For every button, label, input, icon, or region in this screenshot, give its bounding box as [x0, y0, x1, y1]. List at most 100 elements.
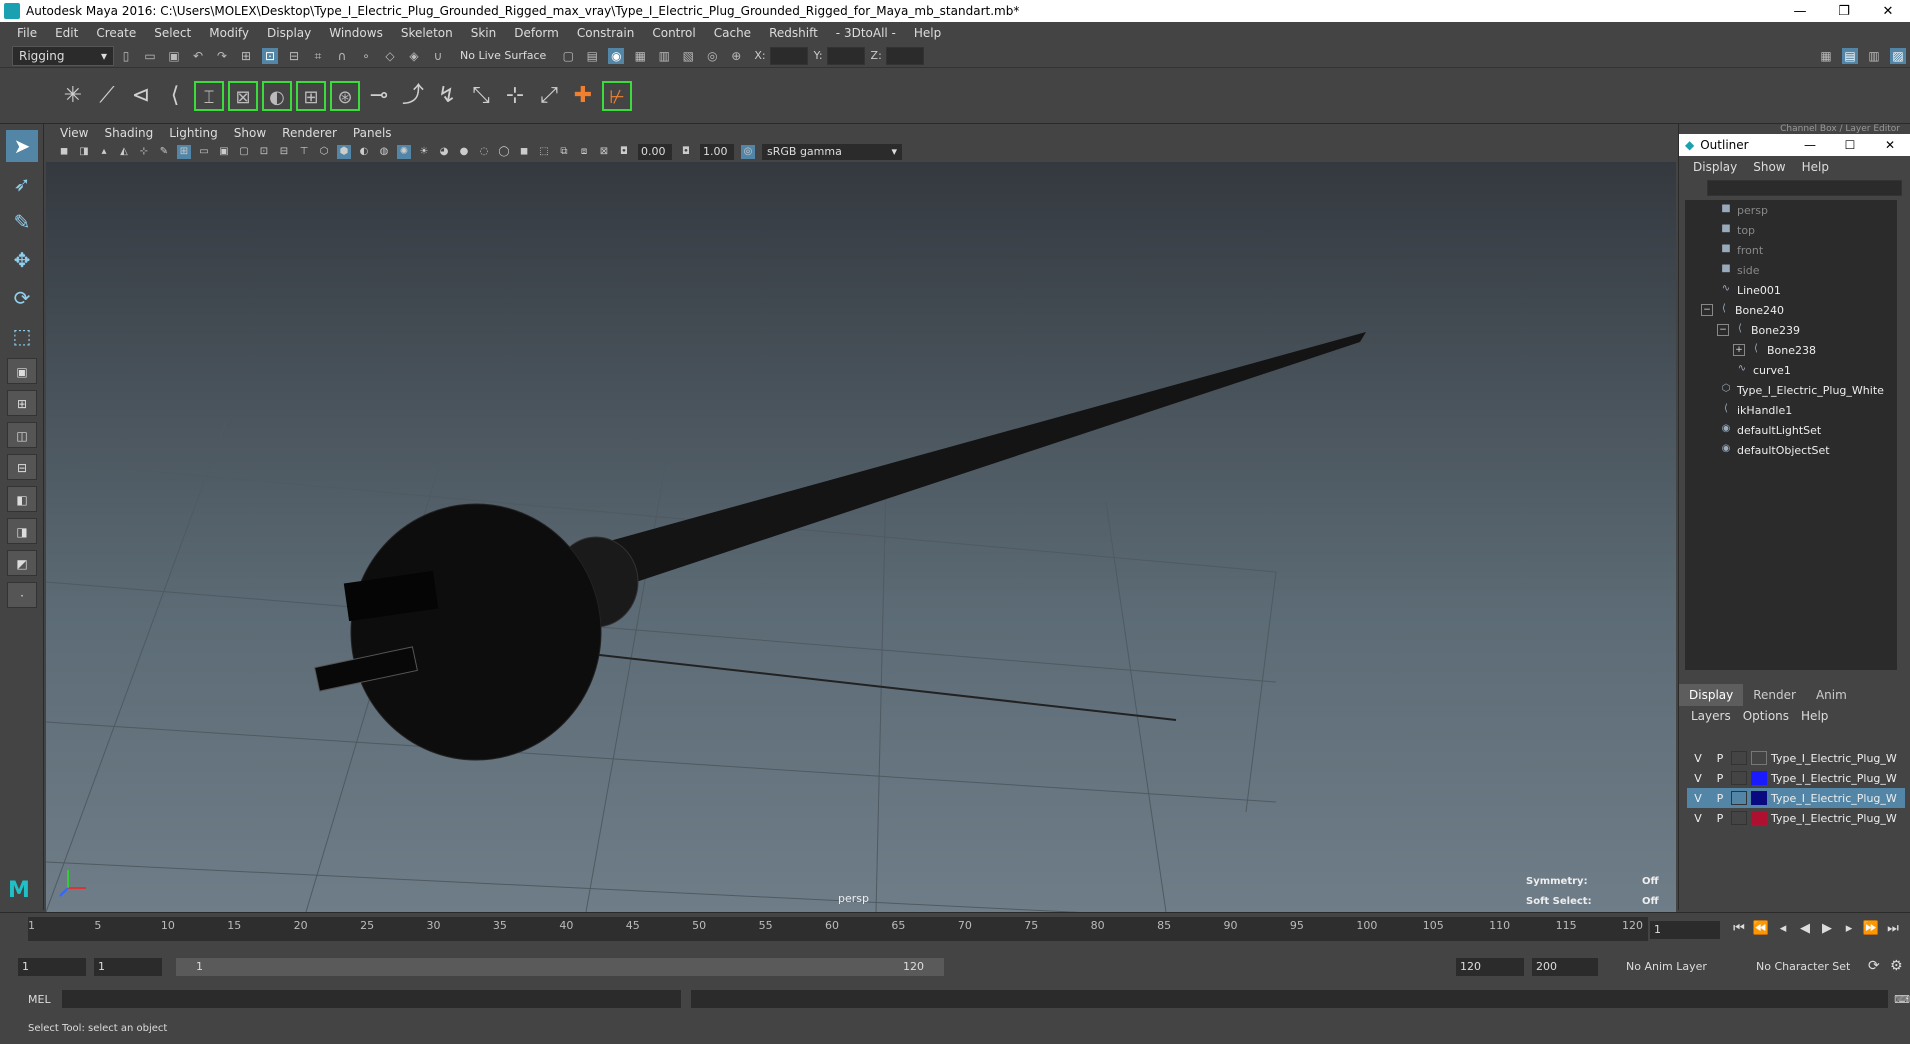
menu-3[interactable]: Select: [145, 26, 200, 40]
display-type-toggle[interactable]: [1731, 791, 1747, 805]
menu-8[interactable]: Skin: [462, 26, 506, 40]
new-scene-icon[interactable]: ▯: [118, 48, 134, 64]
time-slider-track[interactable]: 1 5 10 15 20 25 30 35 40 45 50 55 60 65 70 75 80 85 90 95 10…: [28, 917, 1648, 941]
menu-11[interactable]: Control: [643, 26, 704, 40]
hypershade-icon[interactable]: ▧: [680, 48, 696, 64]
layer-menu-0[interactable]: Layers: [1685, 709, 1737, 723]
use-all-lights-icon[interactable]: ✺: [397, 145, 411, 159]
command-input[interactable]: [61, 990, 681, 1008]
step-back-key-icon[interactable]: ⏪: [1750, 921, 1772, 936]
ik-spline-icon[interactable]: ⊠: [228, 80, 258, 111]
screen-space-ao-icon[interactable]: ●: [457, 145, 471, 159]
snap-surface-icon[interactable]: ◈: [406, 48, 422, 64]
blend-shape-icon[interactable]: ⤡: [466, 81, 496, 111]
menu-7[interactable]: Skeleton: [392, 26, 462, 40]
exposure-icon[interactable]: ◘: [617, 145, 631, 159]
panel-menu-5[interactable]: Panels: [345, 126, 400, 140]
play-backwards-icon[interactable]: ◀: [1794, 921, 1816, 936]
perspective-viewport[interactable]: persp Symmetry: Off Soft Select: Off: [46, 162, 1676, 912]
color-management-icon[interactable]: ◎: [741, 145, 755, 159]
select-component-icon[interactable]: ⊟: [286, 48, 302, 64]
rotate-tool-icon[interactable]: ⟳: [6, 282, 38, 314]
panel-menu-3[interactable]: Show: [226, 126, 274, 140]
display-type-toggle[interactable]: [1731, 771, 1747, 785]
menu-10[interactable]: Constrain: [568, 26, 644, 40]
outliner-item[interactable]: − ⟨ Bone240: [1685, 300, 1897, 320]
menu-set-dropdown[interactable]: Rigging ▾: [12, 45, 114, 66]
live-surface-label[interactable]: No Live Surface: [460, 49, 546, 62]
menu-1[interactable]: Edit: [46, 26, 87, 40]
outliner-item[interactable]: ⟨ ikHandle1: [1685, 400, 1897, 420]
move-tool-icon[interactable]: ✥: [6, 244, 38, 276]
motion-blur-icon[interactable]: ◌: [477, 145, 491, 159]
single-perspective-layout-icon[interactable]: ▣: [7, 358, 37, 384]
gamma-input[interactable]: 1.00: [700, 144, 734, 160]
paint-weights-icon[interactable]: ⊛: [330, 80, 360, 111]
visibility-toggle[interactable]: V: [1687, 792, 1709, 805]
expand-toggle-icon[interactable]: +: [1733, 344, 1745, 356]
character-set-dropdown[interactable]: No Character Set: [1752, 958, 1864, 976]
layer-row[interactable]: V P Type_I_Electric_Plug_W: [1687, 788, 1905, 808]
menu-4[interactable]: Modify: [200, 26, 258, 40]
scale-tool-icon[interactable]: ⬚: [6, 320, 38, 352]
minimize-button[interactable]: —: [1778, 4, 1822, 19]
outliner-menu-1[interactable]: Show: [1745, 160, 1793, 174]
sculpt-icon[interactable]: ⤢: [534, 81, 564, 111]
expand-toggle-icon[interactable]: −: [1701, 304, 1713, 316]
lattice-icon[interactable]: ⤴: [398, 81, 428, 111]
playback-end-input[interactable]: 120: [1456, 958, 1524, 976]
wire-icon[interactable]: ⊹: [500, 81, 530, 111]
outliner-item[interactable]: ■ side: [1685, 260, 1897, 280]
go-to-start-icon[interactable]: ⏮: [1728, 921, 1750, 936]
menu-5[interactable]: Display: [258, 26, 320, 40]
panel-menu-1[interactable]: Shading: [96, 126, 161, 140]
display-type-toggle[interactable]: [1731, 751, 1747, 765]
outliner-item[interactable]: ⬡ Type_I_Electric_Plug_White: [1685, 380, 1897, 400]
snap-point-icon[interactable]: ∘: [358, 48, 374, 64]
outliner-item[interactable]: ∿ curve1: [1685, 360, 1897, 380]
layer-color-swatch[interactable]: [1751, 771, 1767, 785]
constraint-icon[interactable]: ⊬: [602, 80, 632, 111]
close-button[interactable]: ✕: [1866, 4, 1910, 19]
restore-button[interactable]: ❐: [1822, 4, 1866, 19]
layer-color-swatch[interactable]: [1751, 751, 1767, 765]
step-forward-key-icon[interactable]: ⏩: [1860, 921, 1882, 936]
undo-icon[interactable]: ↶: [190, 48, 206, 64]
step-back-frame-icon[interactable]: ◂: [1772, 921, 1794, 936]
bind-skin-icon[interactable]: ◐: [262, 80, 292, 111]
layer-menu-1[interactable]: Options: [1737, 709, 1795, 723]
display-type-toggle[interactable]: [1731, 811, 1747, 825]
x-input[interactable]: [769, 46, 808, 65]
select-object-icon[interactable]: ⊡: [262, 47, 278, 64]
wireframe-on-shaded-icon[interactable]: ◐: [357, 145, 371, 159]
menu-12[interactable]: Cache: [705, 26, 760, 40]
visibility-toggle[interactable]: V: [1687, 752, 1709, 765]
current-frame-input[interactable]: 1: [1650, 921, 1720, 939]
step-forward-frame-icon[interactable]: ▸: [1838, 921, 1860, 936]
layer-row[interactable]: V P Type_I_Electric_Plug_W: [1687, 768, 1905, 788]
panel-menu-2[interactable]: Lighting: [161, 126, 226, 140]
animation-end-input[interactable]: 200: [1532, 958, 1598, 976]
menu-6[interactable]: Windows: [320, 26, 392, 40]
z-input[interactable]: [885, 46, 924, 65]
animation-prefs-icon[interactable]: ⚙: [1890, 958, 1903, 974]
channel-box-toggle-icon[interactable]: ▨: [1890, 47, 1906, 64]
film-gate-icon[interactable]: ▭: [197, 145, 211, 159]
expand-toggle-icon[interactable]: −: [1717, 324, 1729, 336]
close-button[interactable]: ✕: [1870, 138, 1910, 152]
select-tool-icon[interactable]: ➤: [6, 130, 38, 162]
visibility-toggle[interactable]: V: [1687, 812, 1709, 825]
locator-icon[interactable]: ✚: [568, 81, 598, 111]
layer-tab-0[interactable]: Display: [1679, 684, 1744, 706]
script-language-label[interactable]: MEL: [0, 993, 58, 1006]
ik-handle-icon[interactable]: ⌶: [194, 80, 224, 111]
outliner-search-input[interactable]: [1707, 180, 1902, 196]
layer-menu-2[interactable]: Help: [1795, 709, 1834, 723]
gate-mask-icon[interactable]: ▢: [237, 145, 251, 159]
playback-toggle[interactable]: P: [1709, 812, 1731, 825]
side-by-side-layout-icon[interactable]: ◫: [7, 422, 37, 448]
create-joint-icon[interactable]: ✳: [58, 81, 88, 111]
anim-layer-dropdown[interactable]: No Anim Layer: [1622, 958, 1738, 976]
safe-title-icon[interactable]: ⊤: [297, 145, 311, 159]
menu-0[interactable]: File: [8, 26, 46, 40]
